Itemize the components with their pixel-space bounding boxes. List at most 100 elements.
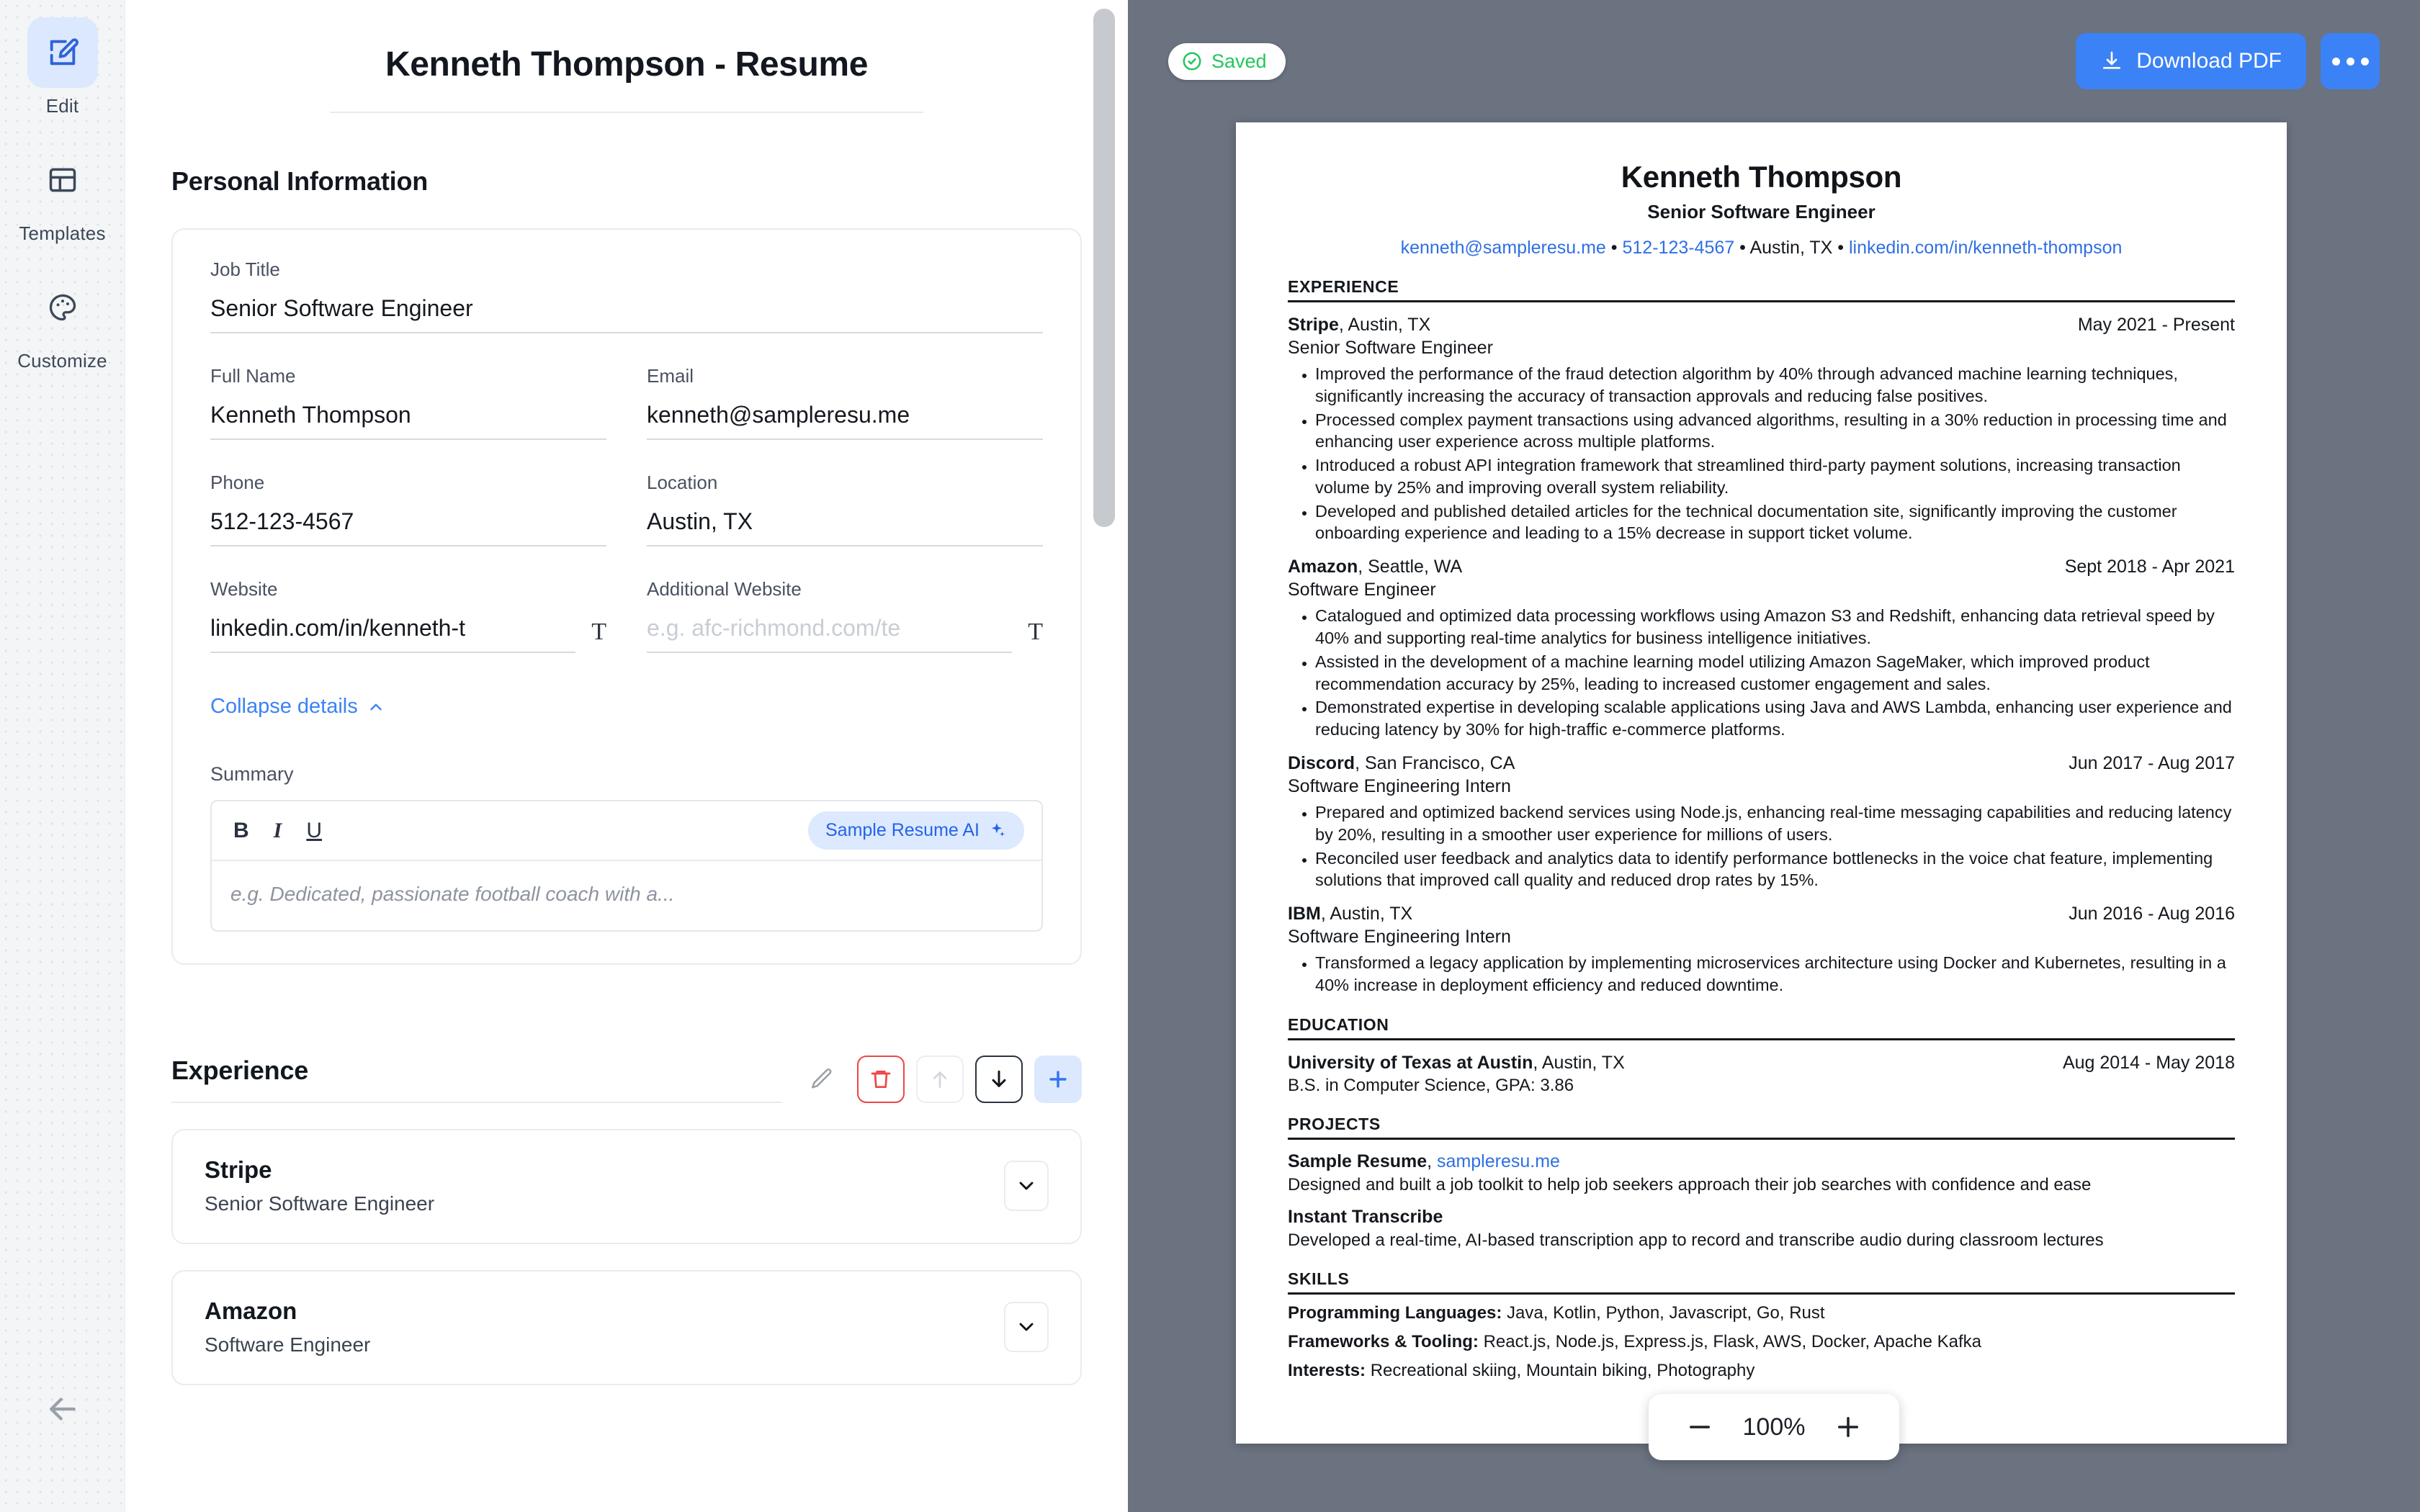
skill-value: Recreational skiing, Mountain biking, Ph… (1366, 1360, 1755, 1380)
full-name-label: Full Name (210, 365, 296, 387)
add-entry-button[interactable] (1034, 1056, 1082, 1103)
resume-location: Austin, TX (1749, 238, 1833, 258)
skill-label: Programming Languages: (1288, 1302, 1502, 1323)
website-label: Website (210, 578, 278, 600)
additional-website-text-format-icon[interactable]: T (1028, 618, 1043, 653)
sidebar-item-templates[interactable]: Templates (0, 145, 125, 245)
delete-section-button[interactable] (857, 1056, 905, 1103)
experience-entry-amazon[interactable]: Amazon Software Engineer (171, 1270, 1082, 1385)
job-bullet: Prepared and optimized backend services … (1315, 801, 2235, 846)
summary-textarea[interactable]: e.g. Dedicated, passionate football coac… (212, 861, 1041, 930)
collapse-details-link[interactable]: Collapse details (210, 695, 385, 719)
resume-project-instant-transcribe: Instant Transcribe Developed a real-time… (1288, 1207, 2235, 1251)
location-value: Austin, TX (647, 508, 753, 534)
email-input[interactable]: kenneth@sampleresu.me (647, 402, 1043, 440)
entry-role: Software Engineer (205, 1333, 371, 1356)
resume-job-amazon: Amazon, Seattle, WA Sept 2018 - Apr 2021… (1288, 557, 2235, 741)
school-dates: Aug 2014 - May 2018 (2062, 1052, 2235, 1073)
summary-editor-toolbar: B I U Sample Resume AI (212, 801, 1041, 861)
sidebar-item-label: Edit (45, 95, 79, 117)
zoom-out-button[interactable] (1673, 1400, 1726, 1454)
download-pdf-button[interactable]: Download PDF (2076, 33, 2306, 89)
resume-name: Kenneth Thompson (1621, 160, 1902, 194)
dot-icon (2346, 57, 2354, 66)
website-text-format-icon[interactable]: T (591, 618, 606, 653)
sidebar-item-edit[interactable]: Edit (0, 17, 125, 117)
experience-entry-stripe[interactable]: Stripe Senior Software Engineer (171, 1129, 1082, 1244)
job-dates: Sept 2018 - Apr 2021 (2064, 557, 2235, 577)
arrow-up-icon (933, 1071, 947, 1088)
website-input[interactable]: linkedin.com/in/kenneth-t (210, 615, 576, 653)
entry-org: Stripe (205, 1156, 272, 1183)
sparkles-icon (991, 822, 1005, 837)
more-options-button[interactable] (2321, 33, 2380, 89)
job-bullet: Introduced a robust API integration fram… (1315, 454, 2235, 499)
resume-website-link[interactable]: linkedin.com/in/kenneth-thompson (1849, 238, 2122, 258)
bold-button[interactable]: B (233, 819, 249, 843)
resume-email-link[interactable]: kenneth@sampleresu.me (1401, 238, 1606, 258)
entry-org: Amazon (205, 1297, 297, 1324)
title-divider (330, 112, 923, 113)
italic-button[interactable]: I (274, 819, 282, 843)
skill-line-languages: Programming Languages: Java, Kotlin, Pyt… (1288, 1303, 2235, 1323)
expand-entry-button[interactable] (1004, 1302, 1049, 1352)
zoom-in-button[interactable] (1821, 1400, 1875, 1454)
status-badge: Saved (1168, 42, 1286, 80)
move-section-up-button[interactable] (916, 1056, 964, 1103)
preview-toolbar: Saved Download PDF (1128, 0, 2420, 122)
email-label: Email (647, 365, 694, 387)
experience-heading: Experience (171, 1056, 309, 1085)
resume-section-experience: EXPERIENCE (1288, 277, 2235, 302)
summary-editor: B I U Sample Resume AI e.g. Dedicated, p… (210, 800, 1043, 932)
job-org-line: Discord, San Francisco, CA (1288, 753, 1515, 774)
job-location: , Seattle, WA (1358, 557, 1463, 577)
move-section-down-button[interactable] (975, 1056, 1023, 1103)
sample-resume-ai-label: Sample Resume AI (825, 820, 980, 840)
resume-education-entry: University of Texas at Austin, Austin, T… (1288, 1053, 2235, 1096)
back-button[interactable] (0, 1390, 125, 1428)
project-link[interactable]: sampleresu.me (1437, 1151, 1560, 1171)
dot-icon (2360, 57, 2369, 66)
website-field: Website linkedin.com/in/kenneth-t T (210, 578, 606, 653)
form-scrollbar-thumb[interactable] (1093, 9, 1115, 527)
project-description: Developed a real-time, AI-based transcri… (1288, 1230, 2104, 1250)
job-dates: May 2021 - Present (2077, 315, 2235, 335)
arrow-down-icon (992, 1070, 1006, 1087)
job-org: IBM (1288, 904, 1321, 924)
full-name-input[interactable]: Kenneth Thompson (210, 402, 606, 440)
job-title-value: Senior Software Engineer (210, 295, 473, 321)
resume-section-projects: PROJECTS (1288, 1115, 2235, 1140)
job-title-input[interactable]: Senior Software Engineer (210, 295, 1043, 333)
sidebar-item-label: Templates (19, 222, 106, 244)
download-icon (2103, 51, 2121, 69)
underline-button[interactable]: U (306, 819, 322, 843)
resume-phone-link[interactable]: 512-123-4567 (1623, 238, 1735, 258)
additional-website-input[interactable]: e.g. afc-richmond.com/te (647, 615, 1013, 653)
skill-label: Interests: (1288, 1360, 1366, 1380)
expand-entry-button[interactable] (1004, 1161, 1049, 1211)
resume-job-stripe: Stripe, Austin, TX May 2021 - Present Se… (1288, 315, 2235, 544)
job-bullet: Reconciled user feedback and analytics d… (1315, 847, 2235, 892)
plus-icon (1838, 1417, 1858, 1437)
experience-toolbar (782, 1056, 1082, 1103)
phone-input[interactable]: 512-123-4567 (210, 508, 606, 546)
contact-separator: • (1734, 238, 1750, 258)
job-position: Software Engineer (1288, 580, 1436, 600)
resume-job-ibm: IBM, Austin, TX Jun 2016 - Aug 2016 Soft… (1288, 904, 2235, 996)
resume-headline: Senior Software Engineer (1647, 201, 1876, 222)
sidebar-item-customize[interactable]: Customize (0, 272, 125, 372)
rename-section-button[interactable] (798, 1056, 846, 1103)
job-bullet: Assisted in the development of a machine… (1315, 651, 2235, 696)
sample-resume-ai-button[interactable]: Sample Resume AI (808, 811, 1024, 850)
chevron-down-icon (1019, 1182, 1034, 1190)
job-bullet: Transformed a legacy application by impl… (1315, 952, 2235, 996)
job-bullets: Improved the performance of the fraud de… (1288, 363, 2235, 544)
resume-job-discord: Discord, San Francisco, CA Jun 2017 - Au… (1288, 753, 2235, 891)
additional-website-placeholder: e.g. afc-richmond.com/te (647, 615, 901, 641)
layout-template-icon (27, 145, 98, 215)
full-name-field: Full Name Kenneth Thompson (210, 365, 606, 440)
job-title-field: Job Title Senior Software Engineer (210, 258, 1043, 333)
location-input[interactable]: Austin, TX (647, 508, 1043, 546)
download-pdf-label: Download PDF (2136, 49, 2282, 73)
form-scrollbar[interactable] (1093, 0, 1115, 1512)
